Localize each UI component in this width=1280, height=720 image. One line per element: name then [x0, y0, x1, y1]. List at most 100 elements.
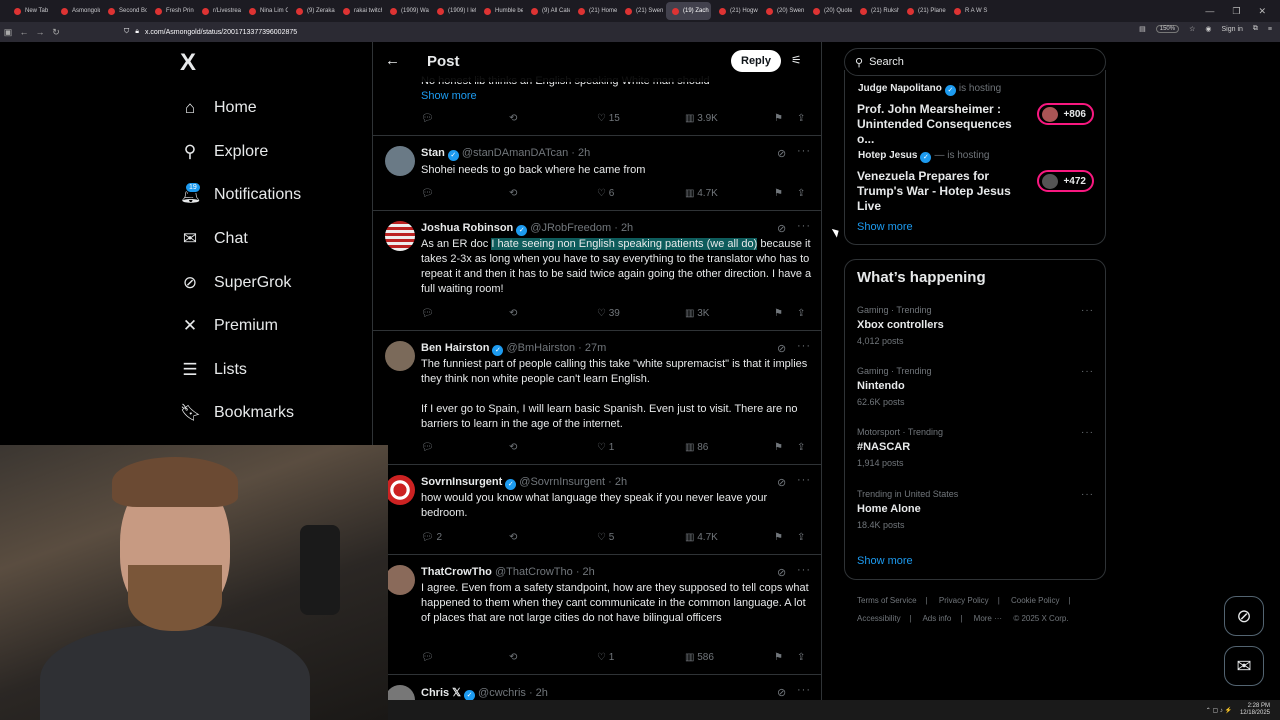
- like-icon[interactable]: ♡ 5: [597, 532, 614, 543]
- nav-lists[interactable]: ☰ Lists: [180, 357, 247, 383]
- browser-tab[interactable]: (9) All Cate: [525, 2, 570, 20]
- grok-icon[interactable]: ⊘: [777, 222, 786, 235]
- share-icon[interactable]: ⇪: [797, 652, 805, 663]
- space-host[interactable]: Judge Napolitano ✓ is hosting: [858, 83, 1001, 96]
- nav-bookmarks[interactable]: 🔖︎ Bookmarks: [180, 400, 294, 426]
- browser-tab[interactable]: (21) Plane C: [901, 2, 946, 20]
- browser-tab[interactable]: (20) Quote: [807, 2, 852, 20]
- tweet[interactable]: Joshua Robinson ✓ @JRobFreedom · 2h ⊘ ··· …: [373, 211, 821, 331]
- browser-tab[interactable]: (21) Home: [572, 2, 617, 20]
- like-icon[interactable]: ♡ 39: [597, 308, 620, 319]
- browser-tab[interactable]: New Tab: [8, 2, 53, 20]
- retweet-icon[interactable]: ⟲: [509, 113, 517, 124]
- reply-icon[interactable]: 💬︎: [421, 113, 434, 124]
- close-icon[interactable]: ✕: [1258, 6, 1266, 17]
- like-icon[interactable]: ♡ 15: [597, 113, 620, 124]
- bookmark-star-icon[interactable]: ☆: [1189, 25, 1195, 33]
- back-nav-icon[interactable]: ←: [16, 27, 32, 37]
- browser-tab[interactable]: Nina Lim Cl: [243, 2, 288, 20]
- tweet-author[interactable]: Ben Hairston ✓ @BmHairston · 27m: [421, 342, 606, 356]
- more-icon[interactable]: ···: [1081, 489, 1094, 500]
- nav-explore[interactable]: ⚲ Explore: [180, 139, 268, 165]
- nav-premium[interactable]: ✕ Premium: [180, 313, 278, 339]
- reader-icon[interactable]: ▤: [1139, 25, 1146, 33]
- spaces-show-more-link[interactable]: Show more: [857, 221, 913, 233]
- reply-icon[interactable]: 💬︎: [421, 308, 434, 319]
- browser-tab[interactable]: (9) Zeraka: [290, 2, 335, 20]
- tweet[interactable]: Ben Hairston ✓ @BmHairston · 27m ⊘ ··· The…: [373, 331, 821, 465]
- more-icon[interactable]: ···: [1081, 305, 1094, 316]
- views-icon[interactable]: ▥ 86: [685, 442, 708, 453]
- bookmark-icon[interactable]: ⚑: [774, 308, 783, 319]
- retweet-icon[interactable]: ⟲: [509, 442, 517, 453]
- avatar[interactable]: [385, 341, 415, 371]
- reply-icon[interactable]: 💬︎: [421, 652, 434, 663]
- sidebar-toggle-icon[interactable]: ▣: [0, 27, 16, 38]
- space-title[interactable]: Venezuela Prepares for Trump's War - Hot…: [857, 169, 1032, 214]
- browser-tab[interactable]: (21) Swen V: [619, 2, 664, 20]
- avatar[interactable]: [385, 475, 415, 505]
- forward-nav-icon[interactable]: →: [32, 27, 48, 37]
- trend-name[interactable]: Nintendo: [857, 380, 905, 392]
- views-icon[interactable]: ▥ 4.7K: [685, 188, 718, 199]
- like-icon[interactable]: ♡ 6: [597, 188, 614, 199]
- views-icon[interactable]: ▥ 4.7K: [685, 532, 718, 543]
- nav-chat[interactable]: ✉ Chat: [180, 226, 248, 252]
- more-icon[interactable]: ···: [797, 474, 811, 486]
- show-more-link[interactable]: Show more: [421, 89, 813, 104]
- reload-icon[interactable]: ↻: [48, 27, 64, 38]
- footer-link[interactable]: Privacy Policy: [939, 596, 989, 605]
- browser-tab[interactable]: (19) Zach: [666, 2, 711, 20]
- tweet-author[interactable]: SovrnInsurgent ✓ @SovrnInsurgent · 2h: [421, 476, 627, 490]
- more-icon[interactable]: ···: [1081, 366, 1094, 377]
- share-icon[interactable]: ⇪: [797, 188, 805, 199]
- minimize-icon[interactable]: —: [1205, 6, 1214, 16]
- more-icon[interactable]: ···: [797, 145, 811, 157]
- footer-link[interactable]: Accessibility: [857, 614, 901, 623]
- tweet-author[interactable]: Stan ✓ @stanDAmanDATcan · 2h: [421, 147, 590, 161]
- share-icon[interactable]: ⇪: [797, 442, 805, 453]
- share-icon[interactable]: ⇪: [797, 308, 805, 319]
- like-icon[interactable]: ♡ 1: [597, 442, 614, 453]
- reply-icon[interactable]: 💬︎: [421, 188, 434, 199]
- back-arrow-icon[interactable]: ←: [385, 52, 400, 69]
- retweet-icon[interactable]: ⟲: [509, 188, 517, 199]
- grok-icon[interactable]: ⊘: [777, 686, 786, 699]
- avatar[interactable]: [385, 565, 415, 595]
- x-logo-icon[interactable]: X: [180, 51, 202, 75]
- account-icon[interactable]: ◉: [1205, 25, 1211, 33]
- more-icon[interactable]: ···: [1081, 427, 1094, 438]
- views-icon[interactable]: ▥ 586: [685, 652, 714, 663]
- more-icon[interactable]: ···: [797, 340, 811, 352]
- grok-icon[interactable]: ⊘: [777, 342, 786, 355]
- footer-link[interactable]: More ···: [974, 614, 1002, 623]
- menu-icon[interactable]: ≡: [1268, 26, 1272, 33]
- footer-link[interactable]: Terms of Service: [857, 596, 917, 605]
- space-host[interactable]: Hotep Jesus ✓ — is hosting: [858, 150, 990, 163]
- share-icon[interactable]: ⇪: [797, 532, 805, 543]
- tweet-author[interactable]: ThatCrowTho @ThatCrowTho · 2h: [421, 566, 595, 578]
- messages-fab-button[interactable]: ✉: [1224, 646, 1264, 686]
- trend-name[interactable]: Home Alone: [857, 503, 921, 515]
- zoom-level[interactable]: 150%: [1155, 25, 1180, 33]
- grok-icon[interactable]: ⊘: [777, 147, 786, 160]
- trend-name[interactable]: #NASCAR: [857, 441, 910, 453]
- extensions-icon[interactable]: ⧉: [1253, 25, 1258, 33]
- space-listeners-pill[interactable]: +806: [1037, 103, 1094, 125]
- sign-in-link[interactable]: Sign in: [1222, 26, 1243, 33]
- bookmark-icon[interactable]: ⚑: [774, 113, 783, 124]
- space-listeners-pill[interactable]: +472: [1037, 170, 1094, 192]
- avatar[interactable]: [385, 146, 415, 176]
- nav-supergrok[interactable]: ⊘ SuperGrok: [180, 270, 292, 296]
- more-icon[interactable]: ···: [797, 564, 811, 576]
- sliders-icon[interactable]: ⚟: [791, 53, 802, 67]
- more-icon[interactable]: ···: [797, 684, 811, 696]
- browser-tab[interactable]: (21) Ruksha: [854, 2, 899, 20]
- tweet[interactable]: Stan ✓ @stanDAmanDATcan · 2h ⊘ ··· Shohei …: [373, 136, 821, 211]
- avatar[interactable]: [385, 221, 415, 251]
- retweet-icon[interactable]: ⟲: [509, 652, 517, 663]
- share-icon[interactable]: ⇪: [797, 113, 805, 124]
- browser-tab[interactable]: (20) Swen V: [760, 2, 805, 20]
- bookmark-icon[interactable]: ⚑: [774, 652, 783, 663]
- tweet[interactable]: SovrnInsurgent ✓ @SovrnInsurgent · 2h ⊘ ··…: [373, 465, 821, 555]
